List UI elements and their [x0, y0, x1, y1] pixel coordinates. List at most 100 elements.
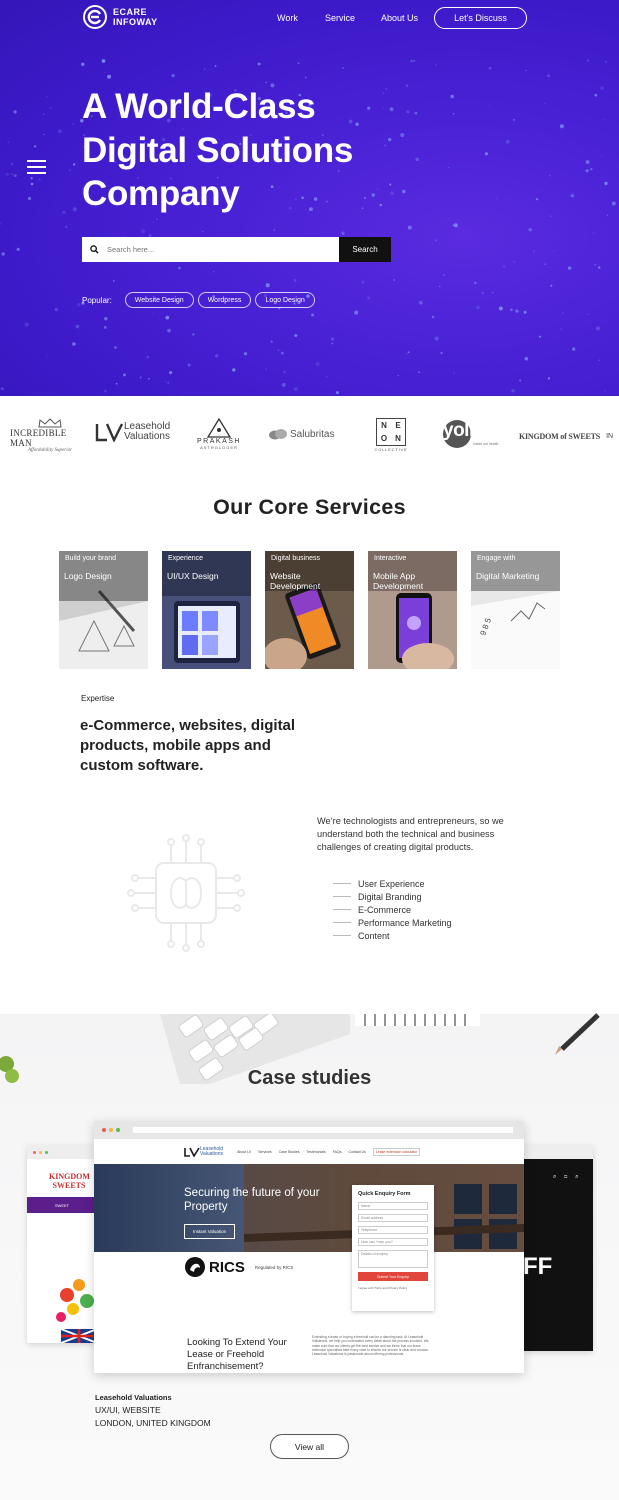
- client-prakash-sub: ASTROLOGER: [200, 445, 238, 450]
- hero-particle: [407, 351, 410, 354]
- lets-discuss-button[interactable]: Let's Discuss: [434, 7, 527, 29]
- hero-particle: [450, 94, 454, 99]
- service-card-mobile-app-development[interactable]: Interactive Mobile App Development: [368, 551, 457, 669]
- case-preview-main[interactable]: Leasehold Valuations About LV Services C…: [94, 1121, 524, 1373]
- hero-particle: [62, 210, 66, 215]
- hero-particle: [397, 374, 399, 377]
- hero-particle: [192, 333, 195, 336]
- hero-particle: [570, 193, 575, 198]
- hero-particle: [415, 157, 419, 162]
- lv-rics-badge: RICS Regulated by RICS: [184, 1256, 293, 1278]
- hero-particle: [594, 263, 597, 266]
- card-sub: Build your brand: [65, 555, 116, 562]
- hero-particle: [141, 229, 146, 234]
- card-sub: Digital business: [271, 555, 321, 562]
- lv-logo-line2: Valuations: [200, 1150, 223, 1157]
- hero-particle: [586, 59, 590, 62]
- hero-particle: [601, 155, 603, 157]
- tag-website-design[interactable]: Website Design: [124, 292, 194, 308]
- hero-particle: [139, 376, 142, 379]
- card-sub: Engage with: [477, 555, 516, 562]
- hero-particle: [5, 172, 9, 176]
- hero-particle: [511, 389, 515, 393]
- hero-particle: [215, 354, 219, 358]
- nav-service[interactable]: Service: [325, 13, 355, 23]
- lv-form-title: Quick Enquiry Form: [358, 1191, 411, 1197]
- hero-particle: [602, 119, 604, 121]
- nav-work[interactable]: Work: [277, 13, 298, 23]
- service-card-digital-marketing[interactable]: 9 8 5 Engage with Digital Marketing: [471, 551, 560, 669]
- client-incredible-man-name: INCREDIBLE MAN: [10, 428, 67, 448]
- hero-particle: [13, 110, 17, 114]
- hero-particle: [115, 382, 118, 385]
- popular-tags: Popular: Website Design Wordpress Logo D…: [82, 292, 319, 308]
- view-all-button[interactable]: View all: [270, 1434, 349, 1459]
- hero-particle: [598, 359, 601, 362]
- brand-logo[interactable]: ECARE INFOWAY: [83, 5, 158, 29]
- hero-particle: [0, 222, 2, 225]
- list-item: Content: [333, 929, 452, 942]
- client-prakash-name: PRAKASH: [197, 438, 241, 445]
- lv-menu-item: Contact Us: [348, 1149, 366, 1154]
- hero-particle: [559, 124, 564, 129]
- tag-logo-design[interactable]: Logo Design: [255, 292, 315, 308]
- hero-particle: [33, 145, 37, 148]
- hero-title-line2: Digital Solutions: [82, 130, 354, 170]
- hero-particle: [277, 349, 280, 352]
- hero-particle: [294, 334, 298, 337]
- lv-extend-text: Extending a lease or buying a freehold c…: [312, 1335, 429, 1357]
- hero-particle: [585, 169, 589, 173]
- hero-particle: [519, 379, 522, 382]
- case-study-meta: Leasehold Valuations UX/UI, WEBSITE LOND…: [95, 1391, 211, 1430]
- expertise-item-label: Digital Branding: [358, 891, 422, 902]
- hero-particle: [103, 71, 106, 74]
- nav-about[interactable]: About Us: [381, 13, 418, 23]
- rics-lion-icon: [185, 1257, 205, 1277]
- hero-particle: [488, 105, 491, 107]
- hero-particle: [270, 340, 273, 343]
- client-salubritas: Salubritas: [268, 428, 334, 440]
- hero-particle: [523, 310, 527, 314]
- card-title: Website Development: [270, 571, 321, 591]
- service-card-ui-ux-design[interactable]: Experience UI/UX Design: [162, 551, 251, 669]
- hero-particle: [611, 201, 616, 206]
- expertise-description: We’re technologists and entrepreneurs, s…: [317, 816, 504, 852]
- neon-letter-n2: N: [395, 434, 401, 443]
- hamburger-menu-icon[interactable]: [27, 160, 46, 174]
- hero-particle: [335, 391, 339, 395]
- client-kingdom-extra: IN: [606, 433, 614, 440]
- search-bar: Search: [82, 237, 391, 262]
- service-card-website-development[interactable]: Digital business Website Development: [265, 551, 354, 669]
- hero-particle: [265, 283, 270, 288]
- hero-particle: [104, 389, 107, 393]
- hero-particle: [560, 328, 562, 330]
- hero-particle: [404, 62, 406, 64]
- search-input[interactable]: [107, 245, 307, 254]
- expertise-title: e-Commerce, websites, digital products, …: [80, 717, 296, 774]
- ecare-logo-icon: [83, 5, 107, 29]
- hero-particle: [214, 65, 217, 68]
- hero-particle: [505, 139, 510, 144]
- hero-particle: [452, 113, 455, 115]
- hero-particle: [484, 152, 488, 156]
- hero-particle: [72, 342, 76, 346]
- hero-particle: [43, 113, 45, 115]
- client-incredible-man: INCREDIBLE MAN Affordability Superior: [10, 418, 90, 453]
- rics-note: Regulated by RICS: [254, 1264, 294, 1270]
- neon-letter-n1: N: [381, 421, 387, 430]
- case-preview-left[interactable]: KINGDOM SWEETS SWEET: [27, 1145, 97, 1343]
- rics-text: RICS: [209, 1258, 245, 1276]
- case-study-type: UX/UI, WEBSITE: [95, 1405, 161, 1415]
- tag-wordpress[interactable]: Wordpress: [197, 292, 252, 308]
- lv-menu-item: About LV: [237, 1149, 252, 1154]
- case-preview-right[interactable]: ⌕ ◻ ⌕ FF: [523, 1145, 593, 1351]
- hero-particle: [605, 61, 607, 63]
- search-button[interactable]: Search: [339, 237, 391, 262]
- client-yolife: yolife inside out health: [443, 420, 499, 448]
- service-card-logo-design[interactable]: Build your brand Logo Design: [59, 551, 148, 669]
- neon-letter-e: E: [395, 421, 401, 430]
- lv-form-field: How can I help you?: [358, 1238, 428, 1246]
- browser-bar: [27, 1145, 97, 1159]
- hero-particle: [547, 377, 551, 380]
- hero-particle: [549, 174, 551, 177]
